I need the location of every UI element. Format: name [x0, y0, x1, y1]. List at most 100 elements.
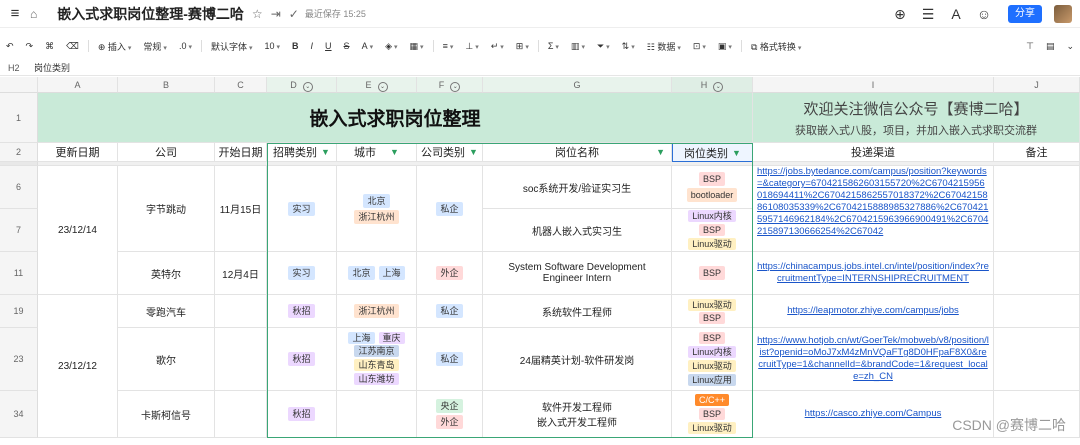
company-type-cell[interactable]: 私企 [417, 328, 483, 391]
row-header-1[interactable]: 1 [0, 93, 38, 143]
print-icon[interactable]: ▤ [1040, 41, 1061, 52]
apply-link-cell[interactable]: https://jobs.bytedance.com/campus/positi… [753, 166, 994, 252]
column-header-e[interactable]: E ⌄ [337, 77, 417, 93]
job-name-cell[interactable]: System Software Development Engineer Int… [483, 252, 672, 295]
filter-icon[interactable]: ▼ [390, 147, 399, 157]
freeze-icon[interactable]: ⊡ ▾ [687, 41, 712, 52]
filter-icon[interactable]: ▼ [656, 147, 665, 157]
filter-icon[interactable]: ⏷ ▾ [591, 41, 616, 52]
header-update-date[interactable]: 更新日期 [38, 143, 118, 162]
job-category-cell[interactable]: BSP Linux内核 Linux驱动 Linux应用 [672, 328, 753, 391]
company-type-cell[interactable]: 央企 外企 [417, 391, 483, 438]
job-category-cell[interactable]: C/C++ BSP Linux驱动 [672, 391, 753, 438]
underline-icon[interactable]: U [319, 41, 338, 51]
apply-link-cell[interactable]: https://leapmotor.zhiye.com/campus/jobs [753, 295, 994, 328]
clear-format-icon[interactable]: ⌫ [60, 41, 85, 52]
start-date-cell[interactable] [215, 295, 267, 328]
header-job-category[interactable]: 岗位类别 ▼ [672, 143, 753, 162]
row-header-19[interactable]: 19 [0, 295, 38, 328]
job-name-cell[interactable]: 机器人嵌入式实习生 [483, 209, 672, 252]
city-cell[interactable]: 北京 浙江杭州 [337, 166, 417, 252]
city-cell[interactable]: 上海 重庆 江苏南京 山东青岛 山东潍坊 [337, 328, 417, 391]
column-header-d[interactable]: D ⌄ [267, 77, 337, 93]
apply-link[interactable]: https://casco.zhiye.com/Campus [801, 408, 946, 420]
bold-icon[interactable]: B [286, 41, 305, 51]
chevron-down-icon[interactable]: ⌄ [377, 82, 388, 92]
update-date-cell[interactable]: 23/12/14 [38, 166, 118, 295]
cell-reference[interactable]: H2 [0, 63, 34, 73]
row-header-2[interactable]: 2 [0, 143, 38, 162]
row-header-7[interactable]: 7 [0, 209, 38, 252]
header-company-type[interactable]: 公司类别 ▼ [417, 143, 483, 162]
city-cell[interactable]: 北京 上海 [337, 252, 417, 295]
start-date-cell[interactable]: 12月4日 [215, 252, 267, 295]
header-city[interactable]: 城市 ▼ [337, 143, 417, 162]
menu-icon[interactable]: ≡ [0, 5, 30, 22]
column-header-i[interactable]: I [753, 77, 994, 93]
city-cell[interactable]: 浙江杭州 [337, 295, 417, 328]
notes-cell[interactable] [994, 328, 1080, 391]
share-button[interactable]: 分享 [1008, 5, 1042, 23]
job-name-cell[interactable]: 24届精英计划-软件研发岗 [483, 328, 672, 391]
apply-link-cell[interactable]: https://chinacampus.jobs.intel.cn/intel/… [753, 252, 994, 295]
align-icon[interactable]: ≡ ▾ [437, 41, 460, 51]
recruit-type-cell[interactable]: 实习 [267, 252, 337, 295]
column-header-a[interactable]: A [38, 77, 118, 93]
header-recruit-type[interactable]: 招聘类别 ▼ [267, 143, 337, 162]
wrap-icon[interactable]: ↵ ▾ [485, 41, 510, 52]
column-header-f[interactable]: F ⌄ [417, 77, 483, 93]
start-date-cell[interactable]: 11月15日 [215, 166, 267, 252]
company-type-cell[interactable]: 外企 [417, 252, 483, 295]
column-header-g[interactable]: G [483, 77, 672, 93]
recruit-type-cell[interactable]: 秋招 [267, 391, 337, 438]
company-type-cell[interactable]: 私企 [417, 166, 483, 252]
menu-list-icon[interactable]: ☰ [914, 6, 942, 23]
header-notes[interactable]: 备注 [994, 143, 1080, 162]
font-select[interactable]: 默认字体 ▾ [205, 40, 259, 53]
notes-cell[interactable] [994, 166, 1080, 252]
job-category-cell[interactable]: Linux内核 BSP Linux驱动 [672, 209, 753, 252]
header-apply-channel[interactable]: 投递渠道 [753, 143, 994, 162]
formula-content[interactable]: 岗位类别 [34, 61, 70, 74]
start-date-cell[interactable] [215, 391, 267, 438]
chart-icon[interactable]: ▥ ▾ [565, 41, 591, 52]
recruit-type-cell[interactable]: 秋招 [267, 295, 337, 328]
filter-icon[interactable]: ▼ [321, 147, 330, 157]
redo-icon[interactable]: ↷ [20, 41, 40, 52]
job-category-cell[interactable]: BSP [672, 252, 753, 295]
job-name-cell[interactable]: 软件开发工程师 嵌入式开发工程师 [483, 391, 672, 438]
company-cell[interactable]: 卡斯柯信号 [118, 391, 215, 438]
column-header-b[interactable]: B [118, 77, 215, 93]
chevron-down-icon[interactable]: ⌄ [450, 82, 461, 92]
start-date-cell[interactable] [215, 328, 267, 391]
recruit-type-cell[interactable]: 实习 [267, 166, 337, 252]
merge-icon[interactable]: ⊞ ▾ [510, 41, 535, 52]
document-title[interactable]: 嵌入式求职岗位整理-赛博二哈 [57, 4, 244, 24]
formula-icon[interactable]: Σ ▾ [542, 41, 565, 51]
chevron-down-icon[interactable]: ⌄ [713, 82, 724, 92]
company-cell[interactable]: 歌尔 [118, 328, 215, 391]
fill-color-icon[interactable]: ◈ ▾ [379, 41, 403, 52]
strikethrough-icon[interactable]: S [338, 41, 356, 51]
italic-icon[interactable]: I [305, 41, 320, 51]
sheet-title[interactable]: 嵌入式求职岗位整理 [38, 93, 753, 143]
apply-link[interactable]: https://chinacampus.jobs.intel.cn/intel/… [753, 261, 993, 285]
header-job-name[interactable]: 岗位名称 ▼ [483, 143, 672, 162]
data-menu-button[interactable]: ☷ 数据 ▾ [641, 40, 687, 53]
column-header-h[interactable]: H ⌄ [672, 77, 753, 93]
row-header-23[interactable]: 23 [0, 328, 38, 391]
recruit-type-cell[interactable]: 秋招 [267, 328, 337, 391]
promo-cell[interactable]: 欢迎关注微信公众号【赛博二哈】 获取嵌入式八股，项目，并加入嵌入式求职交流群 [753, 93, 1080, 143]
filter-icon[interactable]: ▼ [732, 148, 741, 158]
font-size-select[interactable]: 10 ▾ [259, 41, 287, 51]
notes-cell[interactable] [994, 252, 1080, 295]
city-cell[interactable] [337, 391, 417, 438]
move-icon[interactable]: ⇥ [271, 7, 281, 21]
home-icon[interactable]: ⌂ [30, 7, 37, 21]
header-start-date[interactable]: 开始日期 [215, 143, 267, 162]
more-icon[interactable]: ⌄ [1060, 41, 1080, 52]
job-name-cell[interactable]: soc系统开发/验证实习生 [483, 166, 672, 209]
format-painter-icon[interactable]: ⌘ [39, 41, 60, 52]
star-icon[interactable]: ☆ [252, 7, 263, 21]
column-header-c[interactable]: C [215, 77, 267, 93]
